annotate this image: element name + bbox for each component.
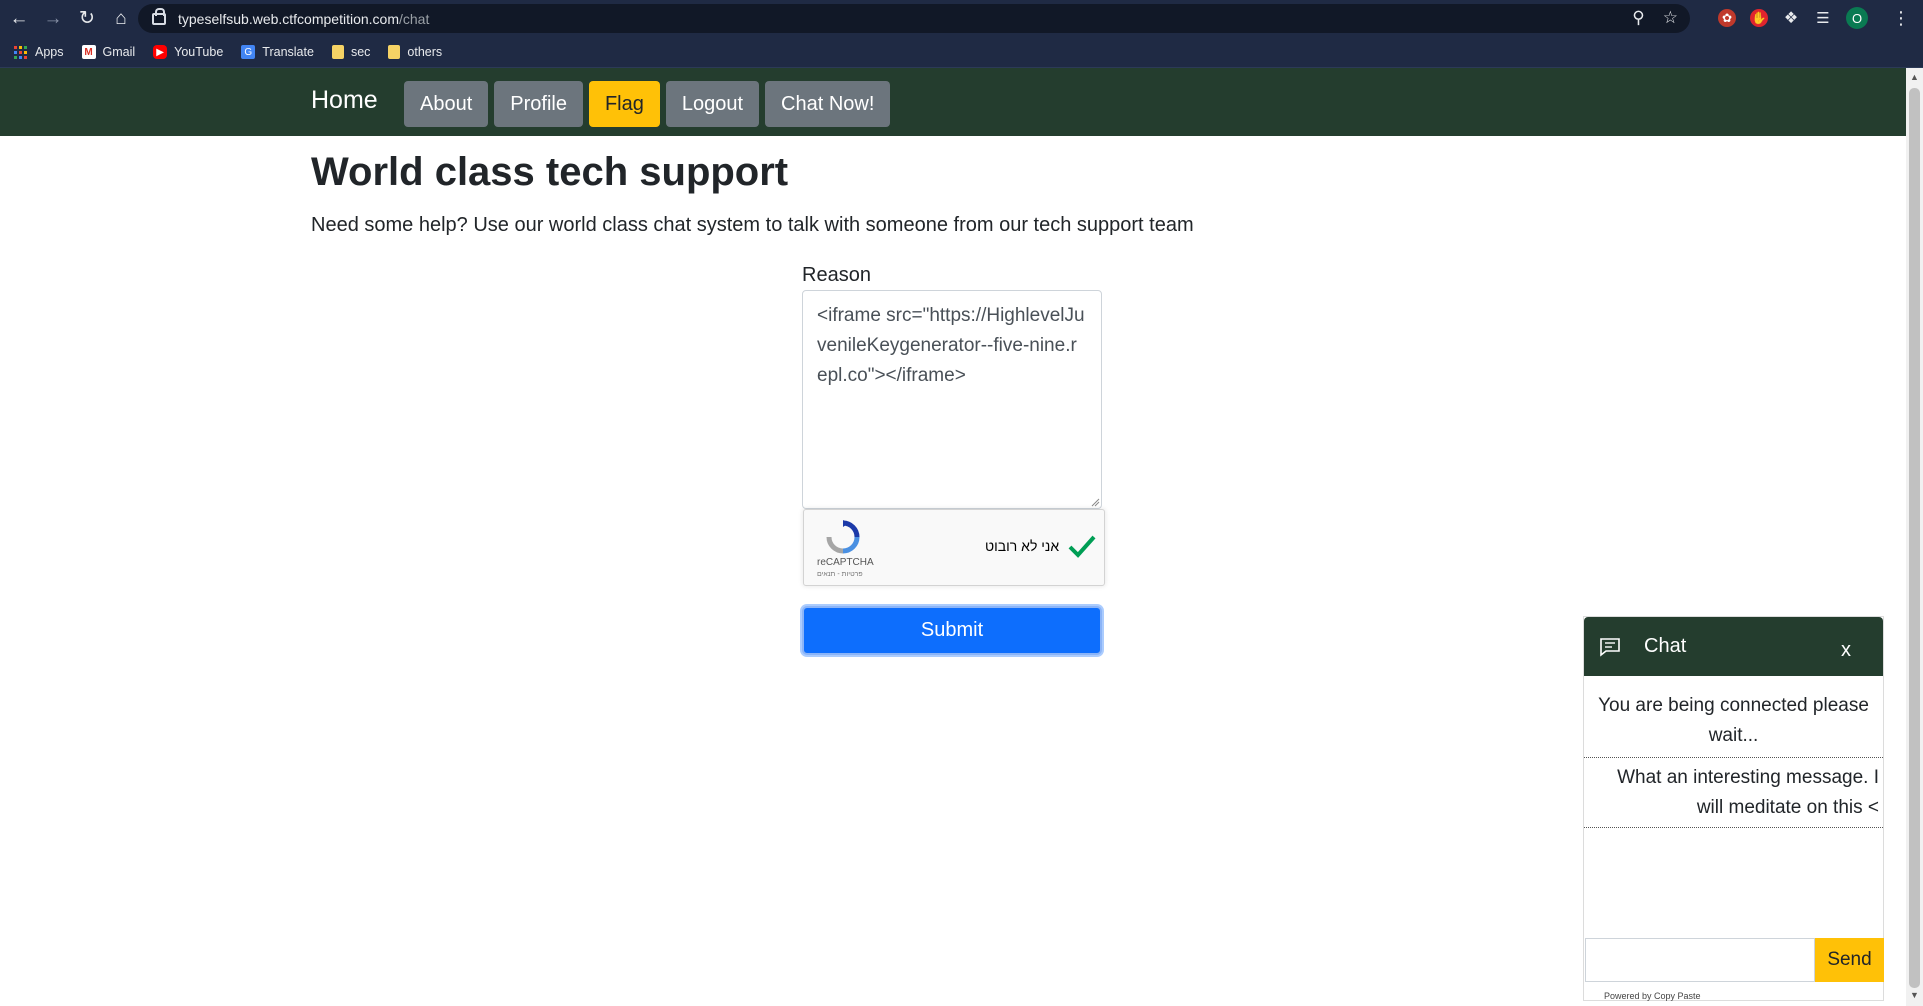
logout-button[interactable]: Logout — [665, 81, 760, 127]
bookmark-star-icon[interactable]: ☆ — [1663, 8, 1678, 28]
youtube-icon: ▶ — [153, 45, 168, 59]
site-navbar: Home About Profile Flag Logout Chat Now! — [0, 68, 1906, 136]
back-arrow-icon[interactable]: ← — [4, 4, 34, 34]
extension-hand-icon[interactable]: ✋ — [1750, 9, 1768, 27]
chat-title: Chat — [1644, 635, 1687, 657]
gmail-icon: M — [81, 45, 96, 59]
page-scrollbar[interactable]: ▲ ▼ — [1906, 68, 1923, 1006]
recaptcha-label: אני לא רובוט — [985, 538, 1060, 554]
bookmark-others[interactable]: others — [388, 45, 442, 59]
powered-by-link[interactable]: Powered by Copy Paste — [1604, 991, 1701, 1001]
bookmark-youtube[interactable]: ▶ YouTube — [153, 45, 223, 59]
folder-icon — [388, 45, 401, 59]
menu-dots-icon[interactable]: ⋮ — [1892, 8, 1910, 29]
bookmark-translate[interactable]: G Translate — [241, 45, 314, 59]
chat-message: What an interesting message. I will medi… — [1584, 763, 1883, 828]
chat-widget: Chat x You are being connected please wa… — [1583, 616, 1884, 1001]
url-text[interactable]: typeselfsub.web.ctfcompetition.com/chat — [178, 11, 429, 27]
checkmark-icon[interactable] — [1066, 530, 1098, 562]
reload-icon[interactable]: ↻ — [72, 4, 102, 34]
lock-icon — [152, 7, 166, 25]
bookmark-sec[interactable]: sec — [331, 45, 370, 59]
about-button[interactable]: About — [404, 81, 489, 127]
page-title: World class tech support — [311, 150, 789, 194]
bookmarks-bar: Apps M Gmail ▶ YouTube G Translate sec o… — [0, 37, 1923, 68]
browser-toolbar: ← → ↻ ⌂ typeselfsub.web.ctfcompetition.c… — [0, 0, 1923, 37]
scrollbar-thumb[interactable] — [1909, 88, 1920, 988]
scroll-up-icon[interactable]: ▲ — [1910, 72, 1919, 82]
profile-button[interactable]: Profile — [494, 81, 583, 127]
chat-message: You are being connected please wait... — [1584, 691, 1883, 758]
folder-icon — [331, 45, 344, 59]
recaptcha-logo-icon — [826, 520, 860, 554]
home-icon[interactable]: ⌂ — [106, 4, 136, 34]
recaptcha-brand: reCAPTCHA — [817, 557, 874, 568]
reason-textarea[interactable]: <iframe src="https://HighlevelJuvenileKe… — [802, 290, 1102, 509]
recaptcha-widget: reCAPTCHA פרטיות - תנאים אני לא רובוט — [803, 509, 1105, 586]
extensions-puzzle-icon[interactable]: ❖ — [1782, 9, 1800, 27]
chat-header: Chat x — [1584, 617, 1883, 676]
chat-send-button[interactable]: Send — [1815, 938, 1884, 982]
chat-bubble-icon — [1600, 638, 1620, 657]
profile-avatar[interactable]: O — [1846, 7, 1868, 29]
chat-close-button[interactable]: x — [1841, 639, 1851, 662]
reason-label: Reason — [802, 264, 871, 286]
reading-list-icon[interactable]: ☰ — [1814, 9, 1832, 27]
bookmark-apps[interactable]: Apps — [14, 45, 64, 59]
chat-input[interactable] — [1585, 938, 1815, 982]
home-link[interactable]: Home — [311, 86, 378, 115]
apps-grid-icon — [14, 45, 27, 59]
submit-button[interactable]: Submit — [802, 606, 1102, 655]
forward-arrow-icon[interactable]: → — [38, 4, 68, 34]
bookmark-gmail[interactable]: M Gmail — [81, 45, 135, 59]
chat-now-button[interactable]: Chat Now! — [765, 81, 891, 127]
zoom-icon[interactable]: ⚲ — [1632, 8, 1644, 28]
page-lead: Need some help? Use our world class chat… — [311, 214, 1194, 236]
flag-button[interactable]: Flag — [588, 81, 660, 127]
translate-icon: G — [241, 45, 256, 59]
resize-grip-icon[interactable] — [1090, 497, 1100, 507]
extension-cookie-icon[interactable]: ✿ — [1718, 9, 1736, 27]
scroll-down-icon[interactable]: ▼ — [1910, 990, 1919, 1000]
recaptcha-terms-link[interactable]: פרטיות - תנאים — [817, 571, 863, 578]
address-bar[interactable]: typeselfsub.web.ctfcompetition.com/chat … — [138, 4, 1690, 33]
